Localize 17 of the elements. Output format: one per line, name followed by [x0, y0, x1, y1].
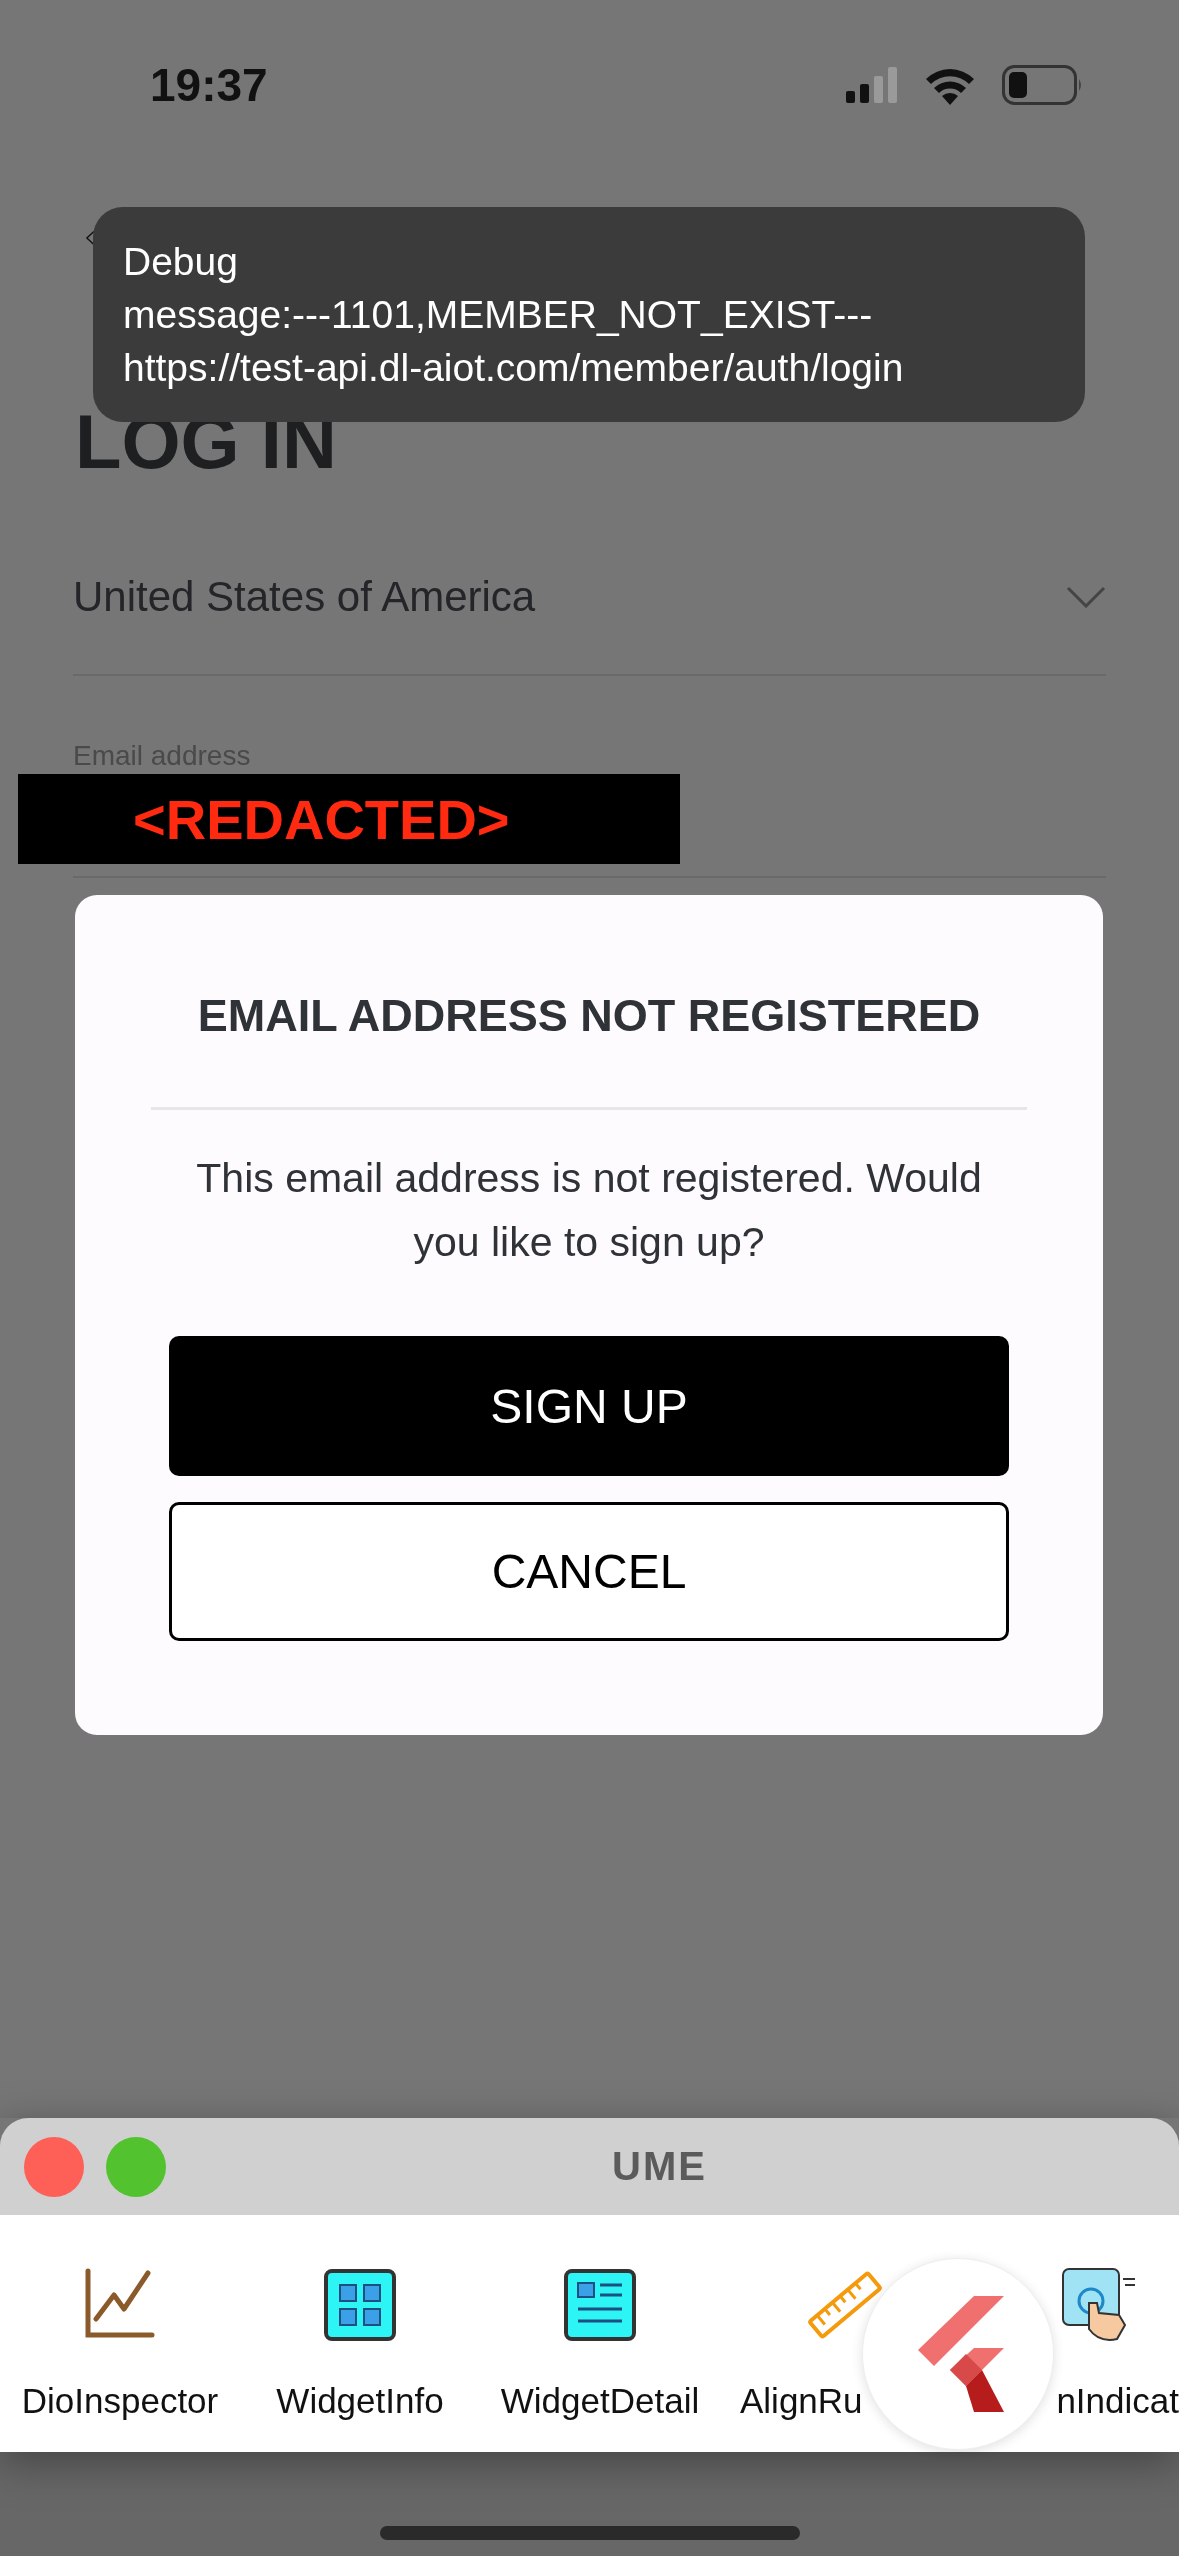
- email-field[interactable]: <REDACTED>: [18, 774, 680, 864]
- status-time: 19:37: [150, 58, 268, 112]
- tool-label[interactable]: DioInspector: [21, 2381, 219, 2421]
- country-value: United States of America: [73, 573, 536, 621]
- panel-title: UME: [612, 2144, 707, 2189]
- dialog-title: EMAIL ADDRESS NOT REGISTERED: [197, 990, 981, 1043]
- tool-label[interactable]: AlignRu: [740, 2381, 863, 2421]
- debug-toast: Debug message:---1101,MEMBER_NOT_EXIST--- https://test-api.dl-aiot.com/member/auth/login: [93, 207, 1085, 422]
- battery-icon: [1002, 65, 1084, 105]
- tool-label[interactable]: nIndicat: [1056, 2381, 1179, 2421]
- tool-label[interactable]: WidgetInfo: [276, 2381, 444, 2421]
- cancel-button[interactable]: CANCEL: [169, 1502, 1009, 1641]
- signal-icon: [846, 67, 898, 103]
- sign-up-button[interactable]: SIGN UP: [169, 1336, 1009, 1476]
- dialog-message: This email address is not registered. Would you like to sign up?: [195, 1154, 983, 1267]
- tool-label[interactable]: WidgetDetail: [500, 2381, 700, 2421]
- chevron-down-icon: [1066, 586, 1106, 608]
